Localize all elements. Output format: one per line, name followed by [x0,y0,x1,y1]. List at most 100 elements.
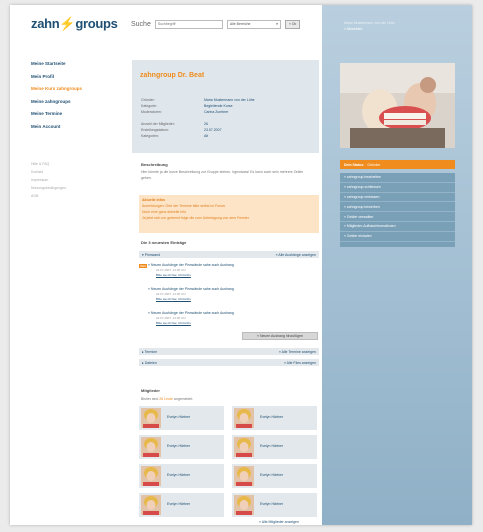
group-photo [340,63,455,148]
row-value[interactable]: Carina Zumtner [204,110,228,114]
nav-item-startseite[interactable]: Meine Startseite [31,61,82,74]
post-item: » Neuen Aushänge der Pinnwände sahe auch… [148,311,318,325]
action-member-info[interactable]: » Mitglieder-Aufbauinformationen [340,222,455,232]
member-name: Evelyn Härtner [167,502,191,506]
post-title-text: Neuen Aushänge der Pinnwände sahe auch A… [150,287,234,291]
logout-link[interactable]: » Abmelden [344,26,395,32]
member-name: Evelyn Härtner [260,473,284,477]
search-input[interactable] [154,19,223,29]
row-key: Anzahl der Mitglieder: [141,122,175,126]
status-value: Gründer [367,162,381,167]
terms-bar: ▸ Termine » Alle Termine anzeigen [139,348,319,355]
row-value[interactable]: Maria Mustermann von der Lühe [204,98,255,102]
chevron-down-icon: ▾ [276,22,278,26]
add-post-button[interactable]: » Neuen Aushang hinzufügen [242,332,318,340]
members-subtitle-pre: Bisher sind [141,397,160,401]
member-avatar [141,408,161,428]
post-link[interactable]: Bitte sie ob hier, Uhrzeitzu [148,297,318,302]
logo-text-right: groups [75,16,118,31]
zahngroups-logo[interactable]: zahn⚡groups [31,16,118,32]
action-label: Gelder einladen [346,234,372,239]
user-box: Maria Mustermann von der Lühe » Abmelden [344,20,395,32]
meta-link-terms[interactable]: Nutzungsbedingungen [31,186,66,194]
post-title-text: Neuen Aushänge der Pinnwände sahe auch A… [150,263,234,267]
member-card[interactable]: Evelyn Härtner [232,406,317,430]
terms-label: Termine [144,349,158,354]
row-key: Gründer: [141,98,155,102]
search-label: Suche [131,20,151,28]
members-subtitle: Bisher sind 26 Leute angemeldet. [141,397,193,401]
files-toggle[interactable]: ▸ Dateien [142,361,157,365]
action-label: zahngroup bearbeiten [346,175,381,180]
description-heading: Beschreibung [141,162,168,167]
row-key: Erstellungsdatum: [141,128,170,132]
new-badge: NEU [139,264,148,268]
action-edit[interactable]: » zahngroup bearbeiten [340,173,455,183]
member-avatar [234,495,254,515]
row-value: 26 [204,122,208,126]
action-leave[interactable]: » zahngroup verlassen [340,193,455,203]
nav-item-kurs-zahngroups[interactable]: Meine Kurs zahngroups [31,86,82,99]
member-card[interactable]: Evelyn Härtner [139,464,224,488]
terms-all-link[interactable]: » Alle Termine anzeigen [279,350,316,354]
search-scope-value: Alle Bereiche [229,22,251,26]
meta-link-imprint[interactable]: Impressum [31,178,66,186]
logo-text-left: zahn [31,16,60,31]
files-bar: ▸ Dateien » Alle Files anzeigen [139,359,319,366]
action-money[interactable]: » Gelder verwalten [340,212,455,222]
action-invite[interactable]: » Gelder einladen [340,232,455,242]
group-title: zahngroup Dr. Beat [140,72,205,79]
meta-link-contact[interactable]: Kontakt [31,170,66,178]
member-card[interactable]: Evelyn Härtner [232,493,317,517]
member-card[interactable]: Evelyn Härtner [139,493,224,517]
description-text: Hier könnte ja die kurze Beschreibung zu… [141,170,304,180]
row-value: Alt [204,134,209,138]
action-label: zahngroup schliessen [346,185,381,190]
row-key: Kategorien: [141,134,159,138]
action-label: zahngroup bewerben [346,204,380,209]
group-actions: » zahngroup bearbeiten » zahngroup schli… [340,173,455,247]
member-card[interactable]: Evelyn Härtner [139,406,224,430]
nav-item-account[interactable]: Mein Account [31,124,82,137]
news-line: Ja jetzt sich um getrennt folge die zum … [142,216,249,220]
pinboard-all-link[interactable]: » Alle Aushänge anzeigen [276,253,316,257]
status-label: Dein Status: [344,162,365,167]
member-avatar [141,495,161,515]
member-name: Evelyn Härtner [260,502,284,506]
post-item: » Neuen Aushänge der Pinnwände sahe auch… [148,287,318,301]
search-bar: Suche Alle Bereiche ▾ » Ok [131,19,301,29]
member-card[interactable]: Evelyn Härtner [139,435,224,459]
post-item: » Neuen Aushänge der Pinnwände sahe auch… [148,263,318,277]
members-count[interactable]: 26 Leute [159,397,173,401]
meta-link-agb[interactable]: AGB [31,194,66,202]
post-link[interactable]: Bitte sie ob hier, Uhrzeitzu [148,273,318,278]
member-name: Evelyn Härtner [167,415,191,419]
nav-item-termine[interactable]: Meine Termine [31,111,82,124]
meta-link-help[interactable]: Hilfe & FAQ [31,162,66,170]
terms-toggle[interactable]: ▸ Termine [142,350,157,354]
files-all-link[interactable]: » Alle Files anzeigen [284,361,316,365]
member-card[interactable]: Evelyn Härtner [232,464,317,488]
member-card[interactable]: Evelyn Härtner [232,435,317,459]
search-submit-button[interactable]: » Ok [284,19,301,29]
nav-item-zahngroups[interactable]: Meine zahngroups [31,99,82,112]
action-close[interactable]: » zahngroup schliessen [340,183,455,193]
latest-heading: Die 3 neuesten Einträge [141,240,187,245]
row-key: Moderatoren: [141,110,162,114]
all-members-link[interactable]: » Alle Mitglieder anzeigen [259,520,299,524]
action-label: Gelder verwalten [346,214,374,219]
pinboard-toggle[interactable]: ▾ Pinnwand [142,253,160,257]
action-apply[interactable]: » zahngroup bewerben [340,202,455,213]
lightning-bolt-icon: ⚡ [59,16,76,31]
row-value[interactable]: Begleitende Kurse [204,104,233,108]
post-title-text: Neuen Aushänge der Pinnwände sahe auch A… [150,311,234,315]
nav-item-profil[interactable]: Mein Profil [31,74,82,87]
group-info-box: zahngroup Dr. Beat Gründer: Maria Musterm… [132,60,319,153]
group-row-moderators: Moderatoren: Carina Zumtner [141,110,311,116]
member-avatar [234,437,254,457]
files-label: Dateien [144,360,157,365]
page: zahn⚡groups Suche Alle Bereiche ▾ » Ok Ma… [10,5,472,525]
search-scope-select[interactable]: Alle Bereiche ▾ [226,19,281,29]
pinboard-bar: ▾ Pinnwand » Alle Aushänge anzeigen [139,251,319,258]
post-link[interactable]: Bitte sie ob hier, Uhrzeitzu [148,321,318,326]
